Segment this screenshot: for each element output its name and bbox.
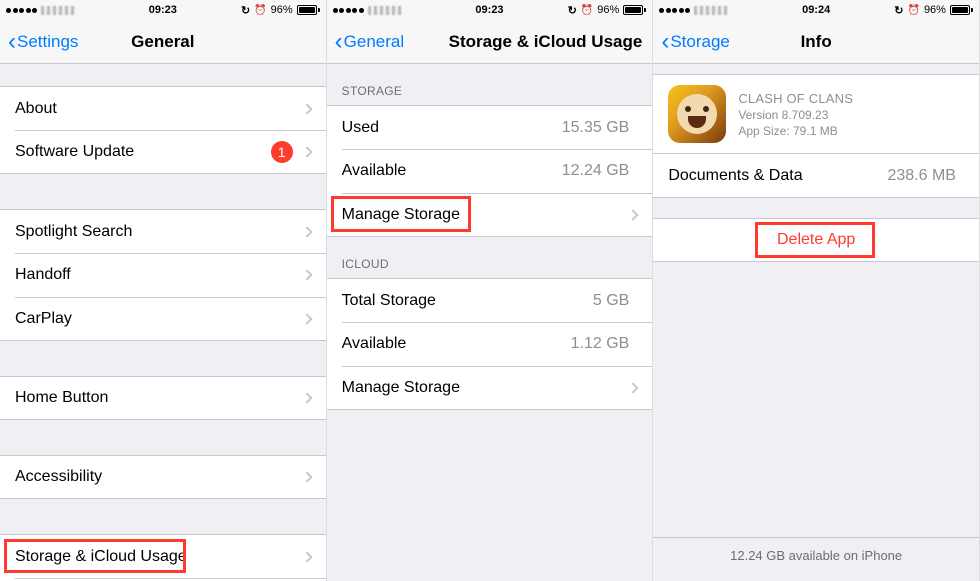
battery-percent: 96% — [271, 4, 293, 16]
pane-app-info: 09:24 96% ‹ Storage Info CLASH OF CLANS … — [653, 0, 980, 581]
nav-bar: ‹ Settings General — [0, 20, 326, 64]
status-bar: 09:23 96% — [327, 0, 653, 20]
row-label: Accessibility — [15, 468, 303, 486]
signal-icon — [6, 8, 37, 13]
row-label: Available — [342, 335, 571, 353]
signal-icon — [333, 8, 364, 13]
row-label: Used — [342, 119, 562, 137]
delete-label: Delete App — [777, 231, 855, 249]
signal-icon — [659, 8, 690, 13]
row-storage-icloud[interactable]: Storage & iCloud Usage — [0, 534, 326, 578]
status-time: 09:23 — [149, 4, 177, 16]
battery-icon — [297, 5, 320, 15]
chevron-left-icon: ‹ — [335, 30, 343, 54]
chevron-right-icon — [301, 471, 312, 482]
row-handoff[interactable]: Handoff — [0, 253, 326, 297]
chevron-right-icon — [301, 146, 312, 157]
row-label: Manage Storage — [342, 379, 630, 397]
page-title: General — [131, 32, 194, 52]
row-label: Total Storage — [342, 292, 593, 310]
row-spotlight[interactable]: Spotlight Search — [0, 209, 326, 253]
chevron-right-icon — [301, 103, 312, 114]
row-label: Software Update — [15, 143, 271, 161]
rotation-lock-icon — [241, 4, 250, 17]
status-bar: 09:24 96% — [653, 0, 979, 20]
row-software-update[interactable]: Software Update 1 — [0, 130, 326, 174]
rotation-lock-icon — [568, 4, 577, 17]
page-title: Info — [801, 32, 832, 52]
row-home-button[interactable]: Home Button — [0, 376, 326, 420]
carrier-label — [368, 6, 402, 15]
row-label: Home Button — [15, 389, 303, 407]
row-label: CarPlay — [15, 310, 303, 328]
row-available: Available 12.24 GB — [327, 149, 653, 193]
row-value: 12.24 GB — [562, 162, 630, 180]
battery-percent: 96% — [924, 4, 946, 16]
row-label: Available — [342, 162, 562, 180]
back-label: Settings — [17, 32, 78, 52]
chevron-right-icon — [301, 551, 312, 562]
chevron-right-icon — [628, 382, 639, 393]
app-size: App Size: 79.1 MB — [738, 124, 853, 138]
rotation-lock-icon — [894, 4, 903, 17]
app-icon — [668, 85, 726, 143]
carrier-label — [694, 6, 728, 15]
row-carplay[interactable]: CarPlay — [0, 297, 326, 341]
app-name: CLASH OF CLANS — [738, 91, 853, 106]
pane-general: 09:23 96% ‹ Settings General About Softw… — [0, 0, 327, 581]
back-button[interactable]: ‹ Storage — [661, 30, 730, 54]
row-accessibility[interactable]: Accessibility — [0, 455, 326, 499]
chevron-right-icon — [301, 313, 312, 324]
battery-percent: 96% — [597, 4, 619, 16]
row-used: Used 15.35 GB — [327, 105, 653, 149]
row-label: About — [15, 100, 303, 118]
row-icloud-available: Available 1.12 GB — [327, 322, 653, 366]
chevron-right-icon — [628, 209, 639, 220]
status-time: 09:24 — [802, 4, 830, 16]
row-value: 5 GB — [593, 292, 629, 310]
app-version: Version 8.709.23 — [738, 108, 853, 122]
back-label: Storage — [670, 32, 730, 52]
pane-storage-icloud: 09:23 96% ‹ General Storage & iCloud Usa… — [327, 0, 654, 581]
alarm-icon — [254, 4, 266, 16]
nav-bar: ‹ General Storage & iCloud Usage — [327, 20, 653, 64]
alarm-icon — [907, 4, 919, 16]
row-label: Documents & Data — [668, 167, 887, 185]
row-documents-data: Documents & Data 238.6 MB — [653, 154, 979, 198]
carrier-label — [41, 6, 75, 15]
row-total-storage: Total Storage 5 GB — [327, 278, 653, 322]
nav-bar: ‹ Storage Info — [653, 20, 979, 64]
back-label: General — [344, 32, 404, 52]
back-button[interactable]: ‹ General — [335, 30, 404, 54]
alarm-icon — [581, 4, 593, 16]
back-button[interactable]: ‹ Settings — [8, 30, 78, 54]
chevron-right-icon — [301, 269, 312, 280]
status-bar: 09:23 96% — [0, 0, 326, 20]
row-value: 15.35 GB — [562, 119, 630, 137]
section-header-storage: STORAGE — [327, 64, 653, 105]
delete-app-button[interactable]: Delete App — [653, 218, 979, 262]
chevron-right-icon — [301, 392, 312, 403]
row-label: Manage Storage — [342, 206, 630, 224]
section-header-icloud: ICLOUD — [327, 237, 653, 278]
chevron-left-icon: ‹ — [8, 30, 16, 54]
app-card: CLASH OF CLANS Version 8.709.23 App Size… — [653, 74, 979, 154]
chevron-left-icon: ‹ — [661, 30, 669, 54]
row-label: Handoff — [15, 266, 303, 284]
row-manage-icloud[interactable]: Manage Storage — [327, 366, 653, 410]
row-value: 1.12 GB — [571, 335, 630, 353]
row-manage-storage[interactable]: Manage Storage — [327, 193, 653, 237]
footer-available: 12.24 GB available on iPhone — [653, 537, 979, 573]
battery-icon — [623, 5, 646, 15]
row-label: Storage & iCloud Usage — [15, 548, 303, 566]
chevron-right-icon — [301, 226, 312, 237]
battery-icon — [950, 5, 973, 15]
row-about[interactable]: About — [0, 86, 326, 130]
status-time: 09:23 — [475, 4, 503, 16]
row-label: Spotlight Search — [15, 223, 303, 241]
update-badge: 1 — [271, 141, 293, 163]
page-title: Storage & iCloud Usage — [449, 32, 643, 52]
row-value: 238.6 MB — [887, 167, 955, 185]
